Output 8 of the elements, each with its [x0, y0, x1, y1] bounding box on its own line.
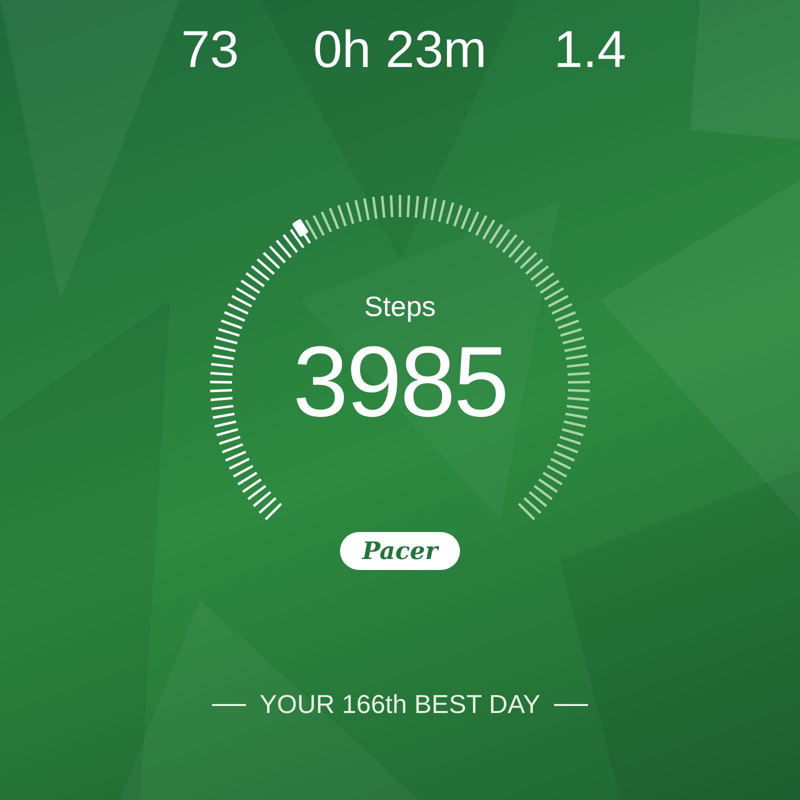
best-day-text: YOUR 166th BEST DAY — [260, 689, 540, 720]
stat-value: 1.4 — [554, 22, 626, 78]
progress-marker — [292, 218, 309, 238]
stat-value: 73 — [181, 22, 239, 78]
steps-label: Steps — [364, 290, 436, 324]
stat-value: 0h 23m — [313, 22, 487, 78]
pacer-logo: Pacer — [340, 532, 460, 570]
steps-count: 3985 — [292, 332, 508, 432]
